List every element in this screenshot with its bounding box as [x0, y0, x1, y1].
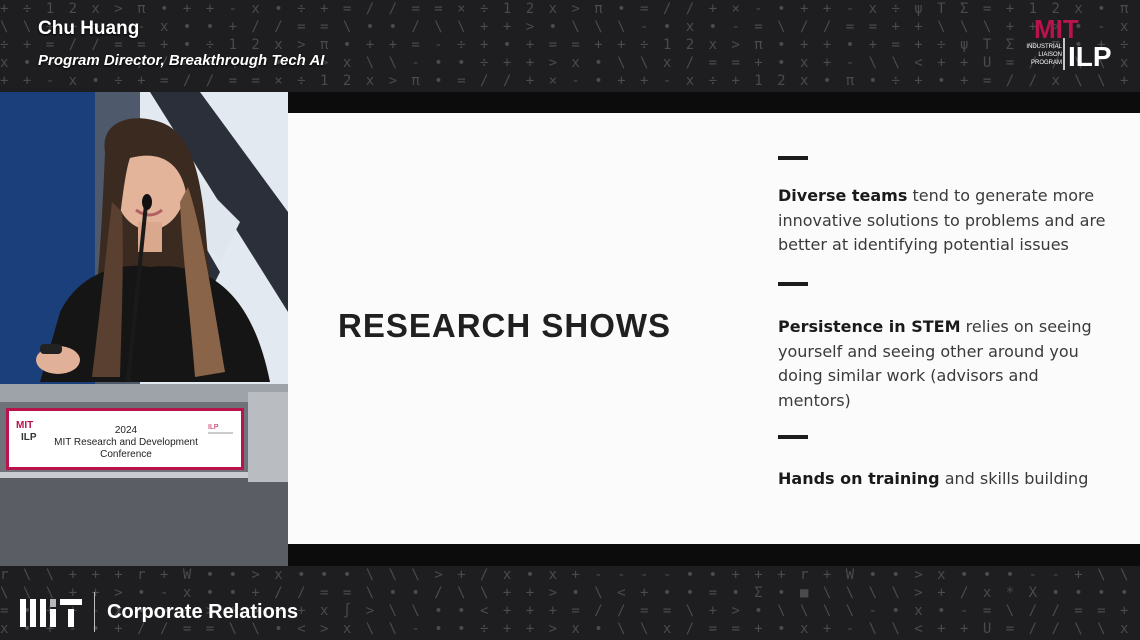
point-divider [778, 156, 808, 160]
mit-ilp-logo: MIT ILP INDUSTRIAL LIAISON PROGRAM [1016, 14, 1116, 74]
podium-year: 2024 [114, 425, 138, 436]
video-frame: + ÷ 1 2 x > π • + + - x • ÷ + = / / = = … [0, 0, 1140, 640]
logo-mit-text: MIT [1034, 14, 1079, 44]
point-bold-text: Diverse teams [778, 186, 908, 205]
speaker-video: MIT ILP 2024 MIT Research and Developmen… [0, 92, 288, 566]
podium-sign: MIT ILP 2024 MIT Research and Developmen… [6, 408, 244, 470]
mit-logo [20, 599, 82, 627]
speaker-name: Chu Huang [38, 18, 140, 39]
brand-text: Corporate Relations [107, 600, 299, 623]
svg-text:ILP: ILP [208, 424, 219, 431]
podium-mit-ilp-logo: MIT ILP [16, 420, 37, 443]
logo-line1: INDUSTRIAL [1026, 44, 1062, 50]
top-pattern-band: + ÷ 1 2 x > π • + + - x • ÷ + = / / = = … [0, 0, 1140, 92]
point-bold-text: Hands on training [778, 469, 940, 488]
speaker-video-scene [0, 92, 288, 566]
podium-line2: Conference [100, 449, 152, 460]
slide-heading: RESEARCH SHOWS [338, 307, 672, 344]
logo-ilp-text: ILP [1068, 41, 1112, 72]
svg-text:ILP: ILP [21, 432, 37, 443]
research-point: Diverse teams tend to generate more inno… [778, 184, 1108, 258]
speaker-title: Program Director, Breakthrough Tech AI [38, 52, 325, 69]
mit-ilp-logo-graphic: MIT ILP INDUSTRIAL LIAISON PROGRAM [1026, 14, 1112, 72]
svg-text:MIT: MIT [16, 420, 33, 431]
corporate-relations-brand: Corporate Relations [20, 592, 298, 632]
presentation-slide: RESEARCH SHOWS Diverse teams tend to gen… [288, 113, 1140, 544]
logo-line2: LIAISON [1038, 52, 1062, 58]
research-point: Hands on training and skills building [778, 467, 1108, 492]
podium-line1: MIT Research and Development [54, 437, 198, 448]
point-divider [778, 282, 808, 286]
research-point: Persistence in STEM relies on seeing you… [778, 315, 1108, 413]
point-divider [778, 435, 808, 439]
podium-sign-text: 2024 MIT Research and Development Confer… [41, 425, 211, 461]
point-text: and skills building [939, 469, 1089, 488]
podium-secondary-logo: ILP [208, 424, 233, 434]
point-bold-text: Persistence in STEM [778, 317, 961, 336]
brand-divider [94, 592, 95, 632]
logo-line3: PROGRAM [1031, 60, 1062, 66]
